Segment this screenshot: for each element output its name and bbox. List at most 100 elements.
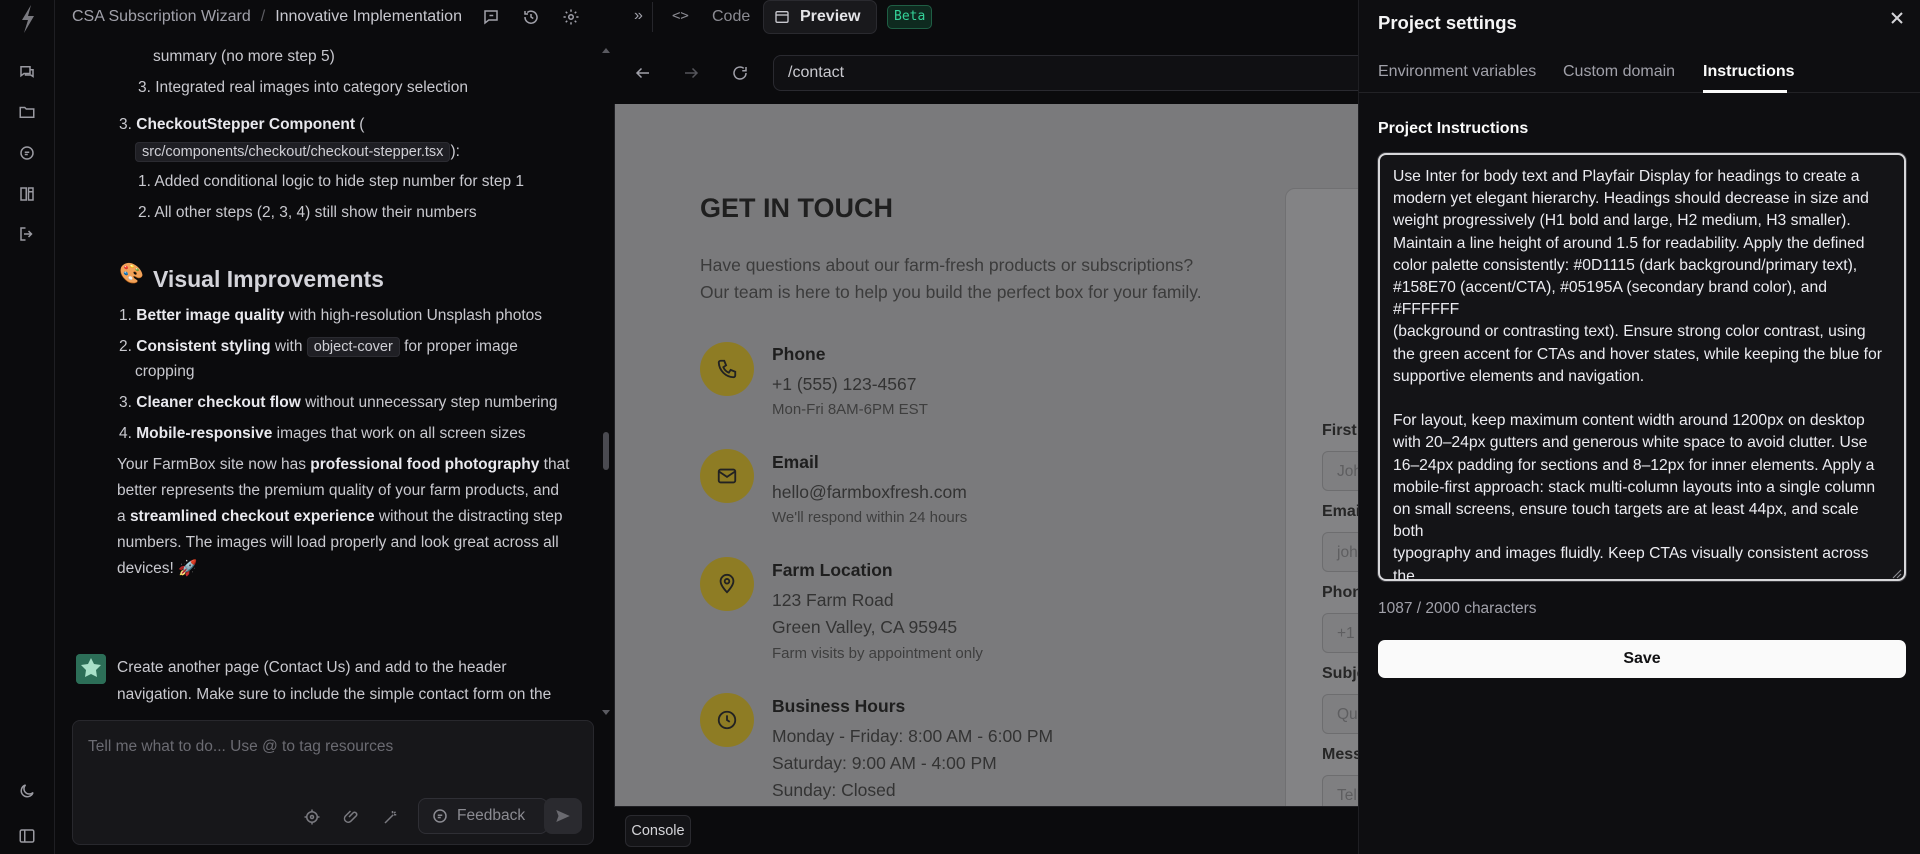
instructions-label: Project Instructions: [1378, 120, 1529, 137]
form-label: Mess: [1322, 746, 1358, 763]
contact-label: Phone: [772, 344, 826, 364]
message-edit-icon[interactable]: [480, 6, 502, 28]
project-header: CSA Subscription Wizard / Innovative Imp…: [55, 0, 613, 34]
chat-input[interactable]: Tell me what to do... Use @ to tag resou…: [72, 720, 594, 845]
scroll-thumb[interactable]: [603, 432, 609, 470]
form-label: First: [1322, 422, 1357, 439]
tabs-divider: [1359, 92, 1920, 93]
first-name-field[interactable]: Joh: [1322, 451, 1358, 491]
contact-label: Farm Location: [772, 560, 893, 580]
contact-value: Green Valley, CA 95945: [772, 617, 958, 637]
beta-badge: Beta: [887, 5, 933, 29]
app-logo-icon[interactable]: [16, 4, 40, 34]
chat-scrollbar[interactable]: [602, 48, 610, 716]
phone-icon: [700, 342, 754, 396]
chats-icon[interactable]: [16, 61, 38, 83]
tab-preview-label[interactable]: Preview: [800, 8, 860, 26]
discussion-icon[interactable]: [16, 142, 38, 164]
back-arrow-icon[interactable]: [634, 64, 652, 82]
email-field[interactable]: joh: [1322, 532, 1358, 572]
summary-text: Your FarmBox site now has professional f…: [117, 456, 570, 473]
feedback-button[interactable]: Feedback: [418, 798, 548, 834]
map-pin-icon: [700, 557, 754, 611]
contact-value: 123 Farm Road: [772, 590, 894, 610]
intro-text: Our team is here to help you build the p…: [700, 282, 1202, 302]
preview-footer: Console: [614, 806, 1358, 854]
contact-value: Sunday: Closed: [772, 780, 896, 800]
chat-line: summary (no more step 5): [153, 48, 335, 65]
chat-line: 3. CheckoutStepper Component (: [119, 116, 365, 133]
chat-transcript: summary (no more step 5) 3. Integrated r…: [55, 34, 613, 714]
contact-form-card: First Joh Emai joh Phon +1 Subje Qu Mess…: [1285, 188, 1358, 806]
url-input[interactable]: /contact: [773, 55, 1373, 91]
code-icon: <>: [672, 8, 689, 24]
reload-icon[interactable]: [731, 64, 749, 82]
page-name[interactable]: Innovative Implementation: [275, 8, 462, 26]
contact-value: hello@farmboxfresh.com: [772, 482, 967, 502]
browser-bar: /contact: [614, 48, 1373, 102]
inline-code: src/components/checkout/checkout-stepper…: [135, 142, 451, 162]
collapse-chevrons-icon[interactable]: »: [634, 7, 643, 25]
console-button[interactable]: Console: [625, 815, 691, 847]
tab-code[interactable]: Code: [712, 8, 750, 26]
contact-value: +1 (555) 123-4567: [772, 374, 917, 394]
tab-environment-variables[interactable]: Environment variables: [1378, 63, 1536, 81]
list-item: 4. Mobile-responsive images that work on…: [119, 425, 526, 442]
panel-title: Project settings: [1378, 12, 1517, 33]
subject-field[interactable]: Qu: [1322, 694, 1358, 734]
contact-label: Email: [772, 452, 819, 472]
paperclip-icon[interactable]: [341, 806, 363, 828]
send-button[interactable]: [544, 798, 582, 834]
phone-field[interactable]: +1: [1322, 613, 1358, 653]
palette-emoji: 🎨: [119, 263, 144, 285]
tab-custom-domain[interactable]: Custom domain: [1563, 63, 1675, 81]
chat-line: 2. All other steps (2, 3, 4) still show …: [138, 204, 477, 221]
user-avatar: [76, 654, 106, 684]
contact-note: We'll respond within 24 hours: [772, 509, 968, 526]
list-item: 3. Cleaner checkout flow without unneces…: [119, 394, 558, 411]
chat-line: 1. Added conditional logic to hide step …: [138, 173, 525, 190]
resize-handle-icon[interactable]: [1890, 567, 1902, 579]
divider: [652, 2, 653, 32]
left-rail: [0, 0, 55, 854]
history-icon[interactable]: [520, 6, 542, 28]
summary-text: numbers. The images will load properly a…: [117, 534, 559, 551]
target-icon[interactable]: [301, 806, 323, 828]
form-label: Emai: [1322, 503, 1358, 520]
inline-code: object-cover: [306, 337, 400, 357]
project-settings-panel: Project settings Environment variables C…: [1358, 0, 1920, 854]
instructions-textarea[interactable]: Use Inter for body text and Playfair Dis…: [1378, 153, 1906, 581]
summary-text: devices! 🚀: [117, 560, 198, 577]
folder-icon[interactable]: [16, 101, 38, 123]
form-label: Subje: [1322, 665, 1358, 682]
logout-icon[interactable]: [16, 223, 38, 245]
character-count: 1087 / 2000 characters: [1378, 600, 1537, 617]
clock-icon: [700, 693, 754, 747]
tab-instructions[interactable]: Instructions: [1703, 63, 1795, 81]
chat-input-placeholder[interactable]: Tell me what to do... Use @ to tag resou…: [88, 738, 393, 756]
preview-tabs: » <> Code Preview Beta: [614, 0, 1358, 34]
bookmarks-icon[interactable]: [16, 183, 38, 205]
chat-line: src/components/checkout/checkout-stepper…: [135, 141, 460, 163]
save-button[interactable]: Save: [1378, 640, 1906, 678]
message-field[interactable]: Tell: [1322, 775, 1358, 806]
summary-text: better represents the premium quality of…: [117, 482, 559, 499]
sidebar-toggle-icon[interactable]: [16, 825, 38, 847]
theme-moon-icon[interactable]: [16, 780, 38, 802]
section-heading: Visual Improvements: [153, 266, 384, 292]
form-label: Phon: [1322, 584, 1358, 601]
forward-arrow-icon[interactable]: [682, 64, 700, 82]
active-tab-indicator: [1703, 90, 1787, 93]
contact-value: Saturday: 9:00 AM - 4:00 PM: [772, 753, 997, 773]
magic-wand-icon[interactable]: [380, 806, 402, 828]
list-item: 2. Consistent styling with object-cover …: [119, 337, 518, 357]
contact-title: GET IN TOUCH: [700, 193, 894, 223]
project-name[interactable]: CSA Subscription Wizard: [72, 8, 251, 26]
contact-note: Mon-Fri 8AM-6PM EST: [772, 401, 928, 418]
mail-icon: [700, 449, 754, 503]
settings-gear-icon[interactable]: [560, 6, 582, 28]
list-item: 1. Better image quality with high-resolu…: [119, 307, 543, 324]
close-icon[interactable]: [1885, 6, 1909, 30]
list-item-cont: cropping: [135, 363, 195, 380]
instructions-text: Use Inter for body text and Playfair Dis…: [1393, 168, 1882, 581]
